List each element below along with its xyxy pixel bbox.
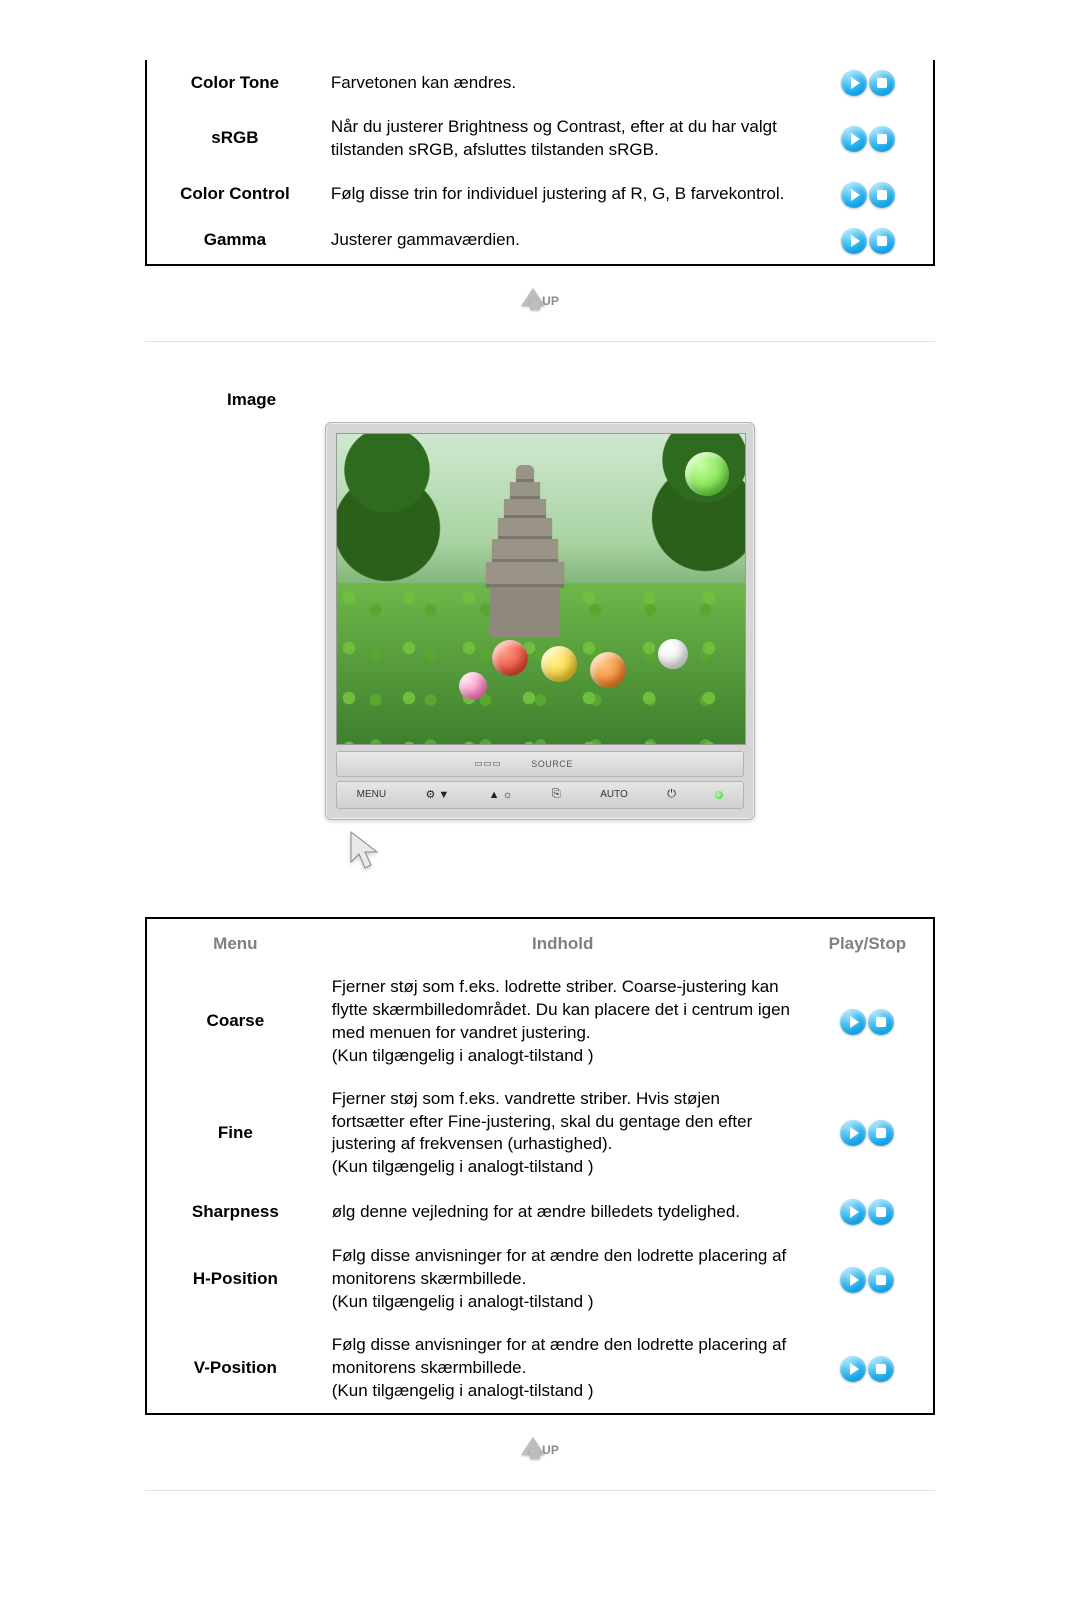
color-menu-table-frame: Color Tone Farvetonen kan ændres. sRGB N… bbox=[145, 60, 935, 266]
balloon-green-icon bbox=[685, 452, 729, 496]
header-content: Indhold bbox=[324, 919, 802, 966]
playstop-cell bbox=[802, 1324, 933, 1413]
pagoda-icon bbox=[485, 465, 565, 655]
power-button[interactable]: ⏻ bbox=[667, 788, 676, 801]
menu-cell-h-position: H-Position bbox=[147, 1235, 324, 1324]
menu-cell-coarse: Coarse bbox=[147, 966, 324, 1078]
play-icon[interactable] bbox=[840, 1267, 866, 1293]
separator bbox=[145, 341, 935, 342]
content-cell: Fjerner støj som f.eks. lodrette striber… bbox=[324, 966, 802, 1078]
balloon-orange-icon bbox=[590, 652, 626, 688]
down-adjust-button[interactable]: ⚙ ▼ bbox=[425, 788, 449, 801]
playstop-cell bbox=[803, 218, 933, 264]
monitor-front-panel: ▭▭▭ SOURCE bbox=[336, 751, 744, 777]
table-row: Color Control Følg disse trin for indivi… bbox=[147, 172, 933, 218]
playstop-cell bbox=[802, 1189, 933, 1235]
playstop-cell bbox=[802, 1078, 933, 1190]
content-cell: Følg disse anvisninger for at ændre den … bbox=[324, 1324, 802, 1413]
header-menu: Menu bbox=[147, 919, 324, 966]
stop-icon[interactable] bbox=[868, 1267, 894, 1293]
playstop-cell bbox=[803, 60, 933, 106]
separator bbox=[145, 1490, 935, 1491]
content-cell: Farvetonen kan ændres. bbox=[323, 60, 803, 106]
brand-logo: ▭▭▭ bbox=[474, 758, 501, 769]
scroll-up-button[interactable]: UP bbox=[521, 1433, 559, 1459]
scroll-up-button[interactable]: UP bbox=[521, 284, 559, 310]
menu-cell-sharpness: Sharpness bbox=[147, 1189, 324, 1235]
image-menu-table-frame: Menu Indhold Play/Stop Coarse Fjerner st… bbox=[145, 917, 935, 1415]
play-icon[interactable] bbox=[840, 1120, 866, 1146]
source-button[interactable]: ⎘ bbox=[552, 788, 561, 801]
garden-scene bbox=[337, 434, 745, 744]
header-playstop: Play/Stop bbox=[802, 919, 933, 966]
play-icon[interactable] bbox=[841, 182, 867, 208]
menu-cell-color-control: Color Control bbox=[147, 172, 323, 218]
menu-cell-color-tone: Color Tone bbox=[147, 60, 323, 106]
content-cell: Justerer gammaværdien. bbox=[323, 218, 803, 264]
playstop-cell bbox=[803, 172, 933, 218]
stop-icon[interactable] bbox=[869, 182, 895, 208]
playstop-cell bbox=[802, 966, 933, 1078]
menu-cell-v-position: V-Position bbox=[147, 1324, 324, 1413]
table-row: Sharpness ølg denne vejledning for at æn… bbox=[147, 1189, 933, 1235]
play-icon[interactable] bbox=[840, 1009, 866, 1035]
table-row: Color Tone Farvetonen kan ændres. bbox=[147, 60, 933, 106]
content-cell: Når du justerer Brightness og Contrast, … bbox=[323, 106, 803, 172]
play-icon[interactable] bbox=[841, 228, 867, 254]
image-menu-table: Menu Indhold Play/Stop Coarse Fjerner st… bbox=[147, 919, 933, 1413]
stop-icon[interactable] bbox=[868, 1199, 894, 1225]
content-cell: ølg denne vejledning for at ændre billed… bbox=[324, 1189, 802, 1235]
menu-cell-fine: Fine bbox=[147, 1078, 324, 1190]
menu-cell-srgb: sRGB bbox=[147, 106, 323, 172]
up-adjust-button[interactable]: ▲ ☼ bbox=[489, 789, 513, 801]
content-cell: Følg disse trin for individuel justering… bbox=[323, 172, 803, 218]
table-row: H-Position Følg disse anvisninger for at… bbox=[147, 1235, 933, 1324]
monitor-illustration: ▭▭▭ SOURCE MENU ⚙ ▼ ▲ ☼ ⎘ AUTO ⏻ bbox=[325, 422, 755, 881]
table-row: Gamma Justerer gammaværdien. bbox=[147, 218, 933, 264]
play-icon[interactable] bbox=[840, 1199, 866, 1225]
monitor-bezel: ▭▭▭ SOURCE MENU ⚙ ▼ ▲ ☼ ⎘ AUTO ⏻ bbox=[325, 422, 755, 820]
mouse-cursor-icon bbox=[325, 828, 755, 881]
stop-icon[interactable] bbox=[868, 1009, 894, 1035]
page: Color Tone Farvetonen kan ændres. sRGB N… bbox=[0, 0, 1080, 1599]
playstop-cell bbox=[803, 106, 933, 172]
menu-cell-gamma: Gamma bbox=[147, 218, 323, 264]
table-row: Coarse Fjerner støj som f.eks. lodrette … bbox=[147, 966, 933, 1078]
playstop-cell bbox=[802, 1235, 933, 1324]
source-label: SOURCE bbox=[531, 759, 573, 769]
table-row: V-Position Følg disse anvisninger for at… bbox=[147, 1324, 933, 1413]
monitor-screen bbox=[336, 433, 746, 745]
balloon-yellow-icon bbox=[541, 646, 577, 682]
balloon-red-icon bbox=[492, 640, 528, 676]
stop-icon[interactable] bbox=[868, 1356, 894, 1382]
power-led-icon bbox=[715, 791, 723, 799]
table-header-row: Menu Indhold Play/Stop bbox=[147, 919, 933, 966]
stop-icon[interactable] bbox=[869, 70, 895, 96]
auto-button-label[interactable]: AUTO bbox=[600, 789, 628, 800]
monitor-button-bar: MENU ⚙ ▼ ▲ ☼ ⎘ AUTO ⏻ bbox=[336, 781, 744, 809]
content-cell: Følg disse anvisninger for at ændre den … bbox=[324, 1235, 802, 1324]
stop-icon[interactable] bbox=[869, 228, 895, 254]
play-icon[interactable] bbox=[841, 126, 867, 152]
stop-icon[interactable] bbox=[869, 126, 895, 152]
stop-icon[interactable] bbox=[868, 1120, 894, 1146]
section-title-image: Image bbox=[213, 390, 867, 410]
color-menu-table: Color Tone Farvetonen kan ændres. sRGB N… bbox=[147, 60, 933, 264]
content-cell: Fjerner støj som f.eks. vandrette stribe… bbox=[324, 1078, 802, 1190]
table-row: sRGB Når du justerer Brightness og Contr… bbox=[147, 106, 933, 172]
menu-button-label[interactable]: MENU bbox=[357, 789, 386, 800]
play-icon[interactable] bbox=[840, 1356, 866, 1382]
play-icon[interactable] bbox=[841, 70, 867, 96]
table-row: Fine Fjerner støj som f.eks. vandrette s… bbox=[147, 1078, 933, 1190]
